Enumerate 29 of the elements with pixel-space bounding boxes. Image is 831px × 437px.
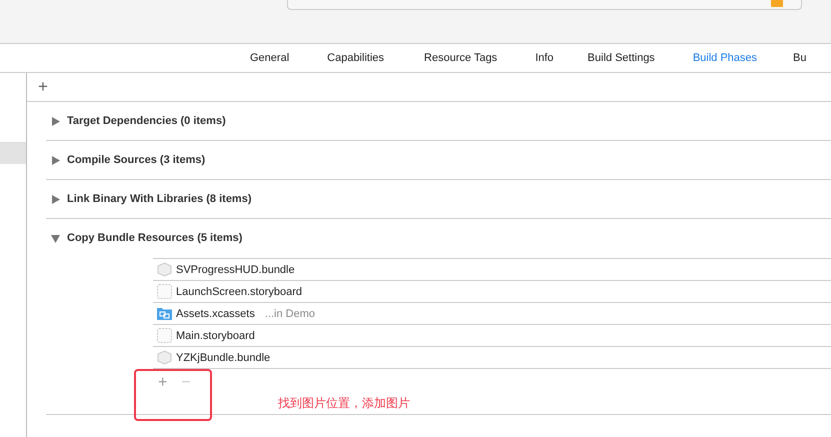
disclosure-triangle-icon[interactable] bbox=[51, 156, 60, 164]
disclosure-triangle-icon[interactable] bbox=[51, 234, 60, 242]
disclosure-triangle-icon[interactable] bbox=[51, 194, 60, 204]
disclosure-triangle-icon[interactable] bbox=[51, 116, 60, 126]
file-name: Main.storyboard bbox=[176, 330, 255, 342]
annotation-text: 找到图片位置，添加图片 bbox=[278, 395, 410, 412]
file-location: ...in Demo bbox=[264, 308, 315, 320]
phase-title[interactable]: Link Binary With Libraries (8 items) bbox=[67, 193, 252, 205]
file-name: SVProgressHUD.bundle bbox=[176, 264, 295, 276]
phase-title[interactable]: Copy Bundle Resources (5 items) bbox=[67, 232, 242, 244]
tab[interactable]: Info bbox=[535, 52, 554, 64]
file-name: LaunchScreen.storyboard bbox=[176, 286, 302, 298]
tab[interactable]: Bu bbox=[793, 52, 806, 64]
file-name: Assets.xcassets bbox=[176, 308, 255, 320]
phase-title[interactable]: Compile Sources (3 items) bbox=[67, 154, 206, 166]
file-icon bbox=[157, 284, 172, 299]
bundle-icon bbox=[157, 350, 172, 365]
tab[interactable]: Resource Tags bbox=[424, 52, 498, 64]
tab[interactable]: General bbox=[250, 52, 290, 64]
tab[interactable]: Build Phases bbox=[692, 52, 758, 64]
file-name: YZKjBundle.bundle bbox=[176, 352, 270, 364]
phase-title[interactable]: Target Dependencies (0 items) bbox=[67, 115, 226, 127]
warning-icon bbox=[771, 0, 783, 7]
bundle-icon bbox=[157, 262, 172, 277]
file-icon bbox=[157, 328, 172, 343]
folder-icon bbox=[157, 307, 172, 320]
tab[interactable]: Capabilities bbox=[327, 52, 384, 64]
add-phase-button[interactable]: + bbox=[34, 77, 52, 97]
tab[interactable]: Build Settings bbox=[588, 52, 655, 64]
